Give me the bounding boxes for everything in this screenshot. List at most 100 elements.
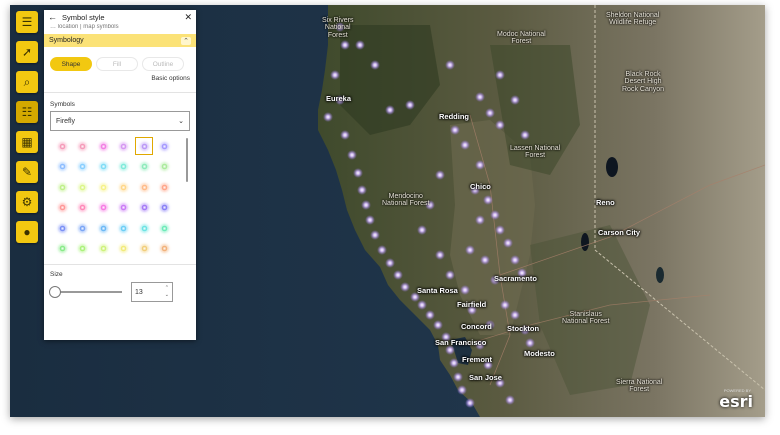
symbol-set-dropdown[interactable]: Firefly ⌄ bbox=[50, 111, 190, 131]
qr-grid-icon[interactable]: ▦ bbox=[16, 131, 38, 153]
symbol-swatch[interactable] bbox=[75, 179, 91, 195]
symbol-swatch[interactable] bbox=[157, 179, 173, 195]
firefly-point[interactable] bbox=[361, 200, 371, 210]
firefly-point[interactable] bbox=[355, 40, 365, 50]
firefly-point[interactable] bbox=[510, 95, 520, 105]
firefly-point[interactable] bbox=[510, 255, 520, 265]
symbol-swatch[interactable] bbox=[54, 200, 70, 216]
firefly-point[interactable] bbox=[510, 310, 520, 320]
symbol-swatch[interactable] bbox=[157, 241, 173, 257]
symbol-swatch[interactable] bbox=[54, 138, 70, 154]
firefly-point[interactable] bbox=[475, 92, 485, 102]
symbol-swatch[interactable] bbox=[116, 179, 132, 195]
firefly-point[interactable] bbox=[460, 140, 470, 150]
symbol-swatch[interactable] bbox=[54, 179, 70, 195]
firefly-point[interactable] bbox=[520, 130, 530, 140]
symbol-swatch[interactable] bbox=[54, 241, 70, 257]
firefly-point[interactable] bbox=[370, 230, 380, 240]
symbol-swatch[interactable] bbox=[136, 159, 152, 175]
firefly-point[interactable] bbox=[495, 70, 505, 80]
symbol-swatch[interactable] bbox=[95, 200, 111, 216]
user-icon[interactable]: ● bbox=[16, 221, 38, 243]
symbol-swatch[interactable] bbox=[157, 159, 173, 175]
symbol-swatch[interactable] bbox=[116, 200, 132, 216]
symbology-section-header[interactable]: Symbology ⌃ bbox=[44, 34, 196, 47]
firefly-point[interactable] bbox=[405, 100, 415, 110]
symbol-swatch[interactable] bbox=[75, 220, 91, 236]
firefly-point[interactable] bbox=[475, 160, 485, 170]
size-slider-thumb[interactable] bbox=[49, 286, 61, 298]
firefly-point[interactable] bbox=[330, 70, 340, 80]
symbol-swatch[interactable] bbox=[54, 159, 70, 175]
symbol-swatch[interactable] bbox=[75, 200, 91, 216]
firefly-point[interactable] bbox=[385, 258, 395, 268]
symbol-swatch[interactable] bbox=[95, 179, 111, 195]
size-slider[interactable] bbox=[49, 286, 122, 298]
paintbrush-icon[interactable]: ✎ bbox=[16, 161, 38, 183]
firefly-point[interactable] bbox=[417, 225, 427, 235]
firefly-point[interactable] bbox=[465, 245, 475, 255]
firefly-point[interactable] bbox=[377, 245, 387, 255]
symbol-swatch[interactable] bbox=[54, 220, 70, 236]
firefly-point[interactable] bbox=[445, 60, 455, 70]
symbol-swatch[interactable] bbox=[136, 200, 152, 216]
symbol-swatch[interactable] bbox=[75, 241, 91, 257]
tab-fill[interactable]: Fill bbox=[96, 57, 138, 71]
firefly-point[interactable] bbox=[490, 210, 500, 220]
firefly-point[interactable] bbox=[400, 282, 410, 292]
symbol-swatch[interactable] bbox=[135, 137, 153, 155]
firefly-point[interactable] bbox=[495, 120, 505, 130]
symbol-swatch[interactable] bbox=[116, 241, 132, 257]
firefly-point[interactable] bbox=[500, 300, 510, 310]
firefly-point[interactable] bbox=[323, 112, 333, 122]
tab-shape[interactable]: Shape bbox=[50, 57, 92, 71]
symbol-swatch[interactable] bbox=[75, 138, 91, 154]
symbol-swatch[interactable] bbox=[157, 200, 173, 216]
basic-options-link[interactable]: Basic options bbox=[44, 75, 196, 82]
firefly-point[interactable] bbox=[370, 60, 380, 70]
symbol-swatch[interactable] bbox=[157, 138, 173, 154]
symbol-swatch[interactable] bbox=[95, 241, 111, 257]
firefly-point[interactable] bbox=[347, 150, 357, 160]
firefly-point[interactable] bbox=[465, 398, 475, 408]
firefly-point[interactable] bbox=[425, 310, 435, 320]
symbol-swatch[interactable] bbox=[157, 220, 173, 236]
firefly-point[interactable] bbox=[340, 40, 350, 50]
stepper-arrows-icon[interactable]: ⌃ ⌄ bbox=[165, 285, 169, 299]
firefly-point[interactable] bbox=[475, 215, 485, 225]
hamburger-menu-icon[interactable]: ☰ bbox=[16, 11, 38, 33]
back-arrow-icon[interactable]: ← bbox=[48, 12, 57, 22]
size-stepper[interactable]: 13 ⌃ ⌄ bbox=[131, 282, 173, 302]
list-icon[interactable]: ☷ bbox=[16, 101, 38, 123]
firefly-point[interactable] bbox=[453, 372, 463, 382]
firefly-point[interactable] bbox=[485, 108, 495, 118]
symbol-swatch[interactable] bbox=[116, 220, 132, 236]
tab-outline[interactable]: Outline bbox=[142, 57, 184, 71]
firefly-point[interactable] bbox=[483, 195, 493, 205]
pointer-icon[interactable]: ➚ bbox=[16, 41, 38, 63]
firefly-point[interactable] bbox=[340, 130, 350, 140]
scrollbar[interactable] bbox=[186, 138, 188, 182]
firefly-point[interactable] bbox=[435, 250, 445, 260]
firefly-point[interactable] bbox=[450, 125, 460, 135]
firefly-point[interactable] bbox=[353, 168, 363, 178]
firefly-point[interactable] bbox=[460, 285, 470, 295]
firefly-point[interactable] bbox=[503, 238, 513, 248]
firefly-point[interactable] bbox=[445, 270, 455, 280]
symbol-swatch[interactable] bbox=[75, 159, 91, 175]
firefly-point[interactable] bbox=[457, 385, 467, 395]
symbol-swatch[interactable] bbox=[136, 179, 152, 195]
firefly-point[interactable] bbox=[357, 185, 367, 195]
symbol-swatch[interactable] bbox=[95, 220, 111, 236]
search-icon[interactable]: ⌕ bbox=[16, 71, 38, 93]
symbol-swatch[interactable] bbox=[136, 241, 152, 257]
firefly-point[interactable] bbox=[449, 358, 459, 368]
firefly-point[interactable] bbox=[417, 300, 427, 310]
symbol-swatch[interactable] bbox=[116, 159, 132, 175]
firefly-point[interactable] bbox=[525, 338, 535, 348]
firefly-point[interactable] bbox=[505, 395, 515, 405]
firefly-point[interactable] bbox=[385, 105, 395, 115]
gear-icon[interactable]: ⚙ bbox=[16, 191, 38, 213]
symbol-swatch[interactable] bbox=[116, 138, 132, 154]
symbol-swatch[interactable] bbox=[95, 159, 111, 175]
